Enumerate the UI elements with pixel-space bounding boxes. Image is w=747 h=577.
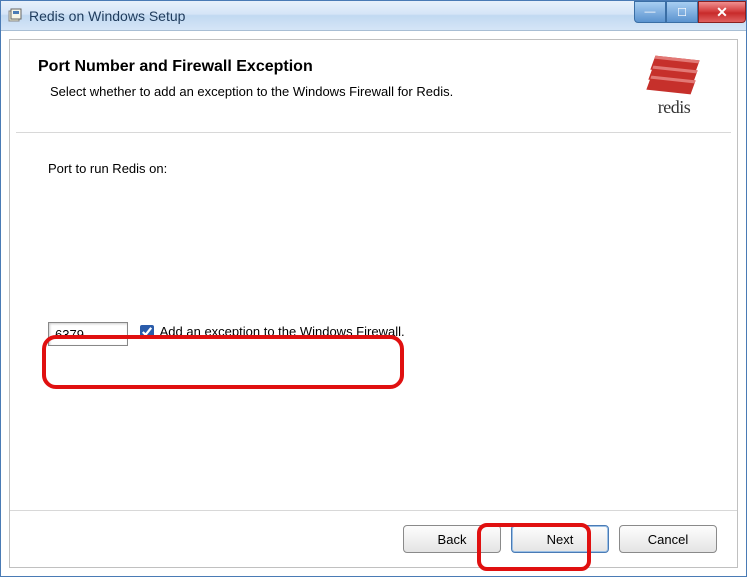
maximize-button[interactable]: ☐ bbox=[666, 1, 698, 23]
window-title: Redis on Windows Setup bbox=[29, 8, 185, 24]
minimize-button[interactable]: — bbox=[634, 1, 666, 23]
back-button[interactable]: Back bbox=[403, 525, 501, 553]
form-area: Port to run Redis on: Add an exception t… bbox=[10, 133, 737, 510]
footer-buttons: Back Next Cancel bbox=[10, 510, 737, 567]
window-controls: — ☐ ✕ bbox=[634, 1, 746, 23]
port-input[interactable] bbox=[48, 322, 128, 346]
header-area: Port Number and Firewall Exception Selec… bbox=[10, 40, 737, 132]
redis-logo: redis bbox=[639, 58, 709, 118]
close-button[interactable]: ✕ bbox=[698, 1, 746, 23]
installer-window: Redis on Windows Setup — ☐ ✕ Port Number… bbox=[0, 0, 747, 577]
dialog-body: Port Number and Firewall Exception Selec… bbox=[9, 39, 738, 568]
page-subtitle: Select whether to add an exception to th… bbox=[50, 84, 453, 99]
redis-logo-icon bbox=[648, 58, 700, 93]
page-title: Port Number and Firewall Exception bbox=[38, 58, 453, 76]
firewall-checkbox[interactable] bbox=[140, 325, 154, 339]
redis-logo-text: redis bbox=[658, 97, 691, 118]
cancel-button[interactable]: Cancel bbox=[619, 525, 717, 553]
titlebar[interactable]: Redis on Windows Setup — ☐ ✕ bbox=[1, 1, 746, 31]
installer-icon bbox=[7, 8, 23, 24]
firewall-checkbox-label[interactable]: Add an exception to the Windows Firewall… bbox=[160, 324, 405, 339]
firewall-checkbox-row: Add an exception to the Windows Firewall… bbox=[132, 318, 413, 345]
port-label: Port to run Redis on: bbox=[48, 161, 699, 176]
next-button[interactable]: Next bbox=[511, 525, 609, 553]
